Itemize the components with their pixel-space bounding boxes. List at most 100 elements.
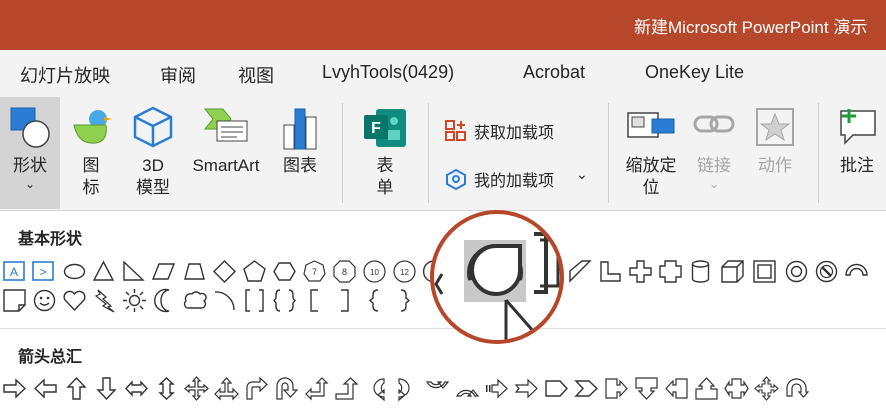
- cloud-icon[interactable]: [182, 288, 207, 313]
- oval-icon[interactable]: [62, 259, 87, 284]
- sun-icon[interactable]: [122, 288, 147, 313]
- comment-button[interactable]: 批注: [828, 97, 886, 209]
- 3d-models-button[interactable]: 3D 模型: [122, 97, 184, 209]
- trapezoid-icon[interactable]: [182, 259, 207, 284]
- heptagon-icon[interactable]: 7: [302, 259, 327, 284]
- decagon-icon[interactable]: 10: [362, 259, 387, 284]
- arrows-row: [2, 376, 882, 404]
- my-addins-button[interactable]: 我的加载项 ⌄: [444, 166, 594, 191]
- arc-icon[interactable]: [212, 288, 237, 313]
- chart-button[interactable]: 图表: [270, 97, 330, 209]
- comment-label: 批注: [840, 156, 874, 175]
- can-icon[interactable]: [688, 259, 713, 284]
- left-up-arrow-icon[interactable]: [304, 376, 329, 401]
- plus-icon[interactable]: [628, 259, 653, 284]
- left-right-arrow-icon[interactable]: [124, 376, 149, 401]
- double-brace-icon[interactable]: [272, 288, 297, 313]
- right-bracket-icon[interactable]: [332, 288, 357, 313]
- curved-right-arrow-icon[interactable]: [364, 376, 389, 402]
- right-arrow-callout-icon[interactable]: [604, 376, 629, 401]
- l-shape-icon[interactable]: [598, 259, 623, 284]
- bent-up-arrow-icon[interactable]: [334, 376, 359, 401]
- chevron-arrow-icon[interactable]: [574, 376, 599, 401]
- tab-lvyhtools[interactable]: LvyhTools(0429): [322, 62, 454, 83]
- tab-review[interactable]: 审阅: [160, 62, 196, 88]
- up-arrow-callout-icon[interactable]: [694, 376, 719, 401]
- bent-arrow-icon[interactable]: [244, 376, 269, 401]
- octagon-number-10: 10: [370, 268, 379, 277]
- right-brace-icon[interactable]: [392, 288, 417, 313]
- pentagon-icon[interactable]: [242, 259, 267, 284]
- folded-corner-icon[interactable]: [2, 288, 27, 313]
- double-bracket-icon[interactable]: [242, 288, 267, 313]
- tab-slideshow[interactable]: 幻灯片放映: [20, 62, 110, 88]
- left-brace-icon[interactable]: [362, 288, 387, 313]
- vertical-textbox-icon[interactable]: >: [31, 259, 56, 284]
- tab-view[interactable]: 视图: [238, 62, 274, 88]
- textbox-icon[interactable]: A: [2, 259, 27, 284]
- block-arc-icon[interactable]: [844, 259, 869, 284]
- smartart-icon: [203, 105, 249, 150]
- curved-up-arrow-icon[interactable]: [424, 376, 450, 401]
- gallery-divider: [0, 328, 886, 329]
- diagonal-stripe-icon[interactable]: [568, 259, 593, 284]
- pentagon-arrow-icon[interactable]: [544, 376, 569, 401]
- right-arrow-icon[interactable]: [2, 376, 27, 401]
- link-button[interactable]: 链接 ⌄: [688, 97, 740, 209]
- circular-arrow-icon[interactable]: [784, 376, 810, 401]
- up-arrow-icon[interactable]: [64, 376, 89, 401]
- donut-icon[interactable]: [784, 259, 809, 284]
- icons-label: 图 标: [82, 156, 100, 197]
- curved-left-arrow-icon[interactable]: [394, 376, 419, 402]
- down-arrow-icon[interactable]: [94, 376, 119, 401]
- hexagon-icon[interactable]: [272, 259, 297, 284]
- octagon-icon[interactable]: 8: [332, 259, 357, 284]
- curved-down-arrow-icon[interactable]: [454, 376, 480, 401]
- plaque-icon[interactable]: [658, 259, 683, 284]
- grid-plus-icon: [444, 119, 468, 148]
- quad-arrow-callout-icon[interactable]: [754, 376, 779, 401]
- dodecagon-icon[interactable]: 12: [392, 259, 417, 284]
- chevron-down-icon[interactable]: ⌄: [576, 166, 588, 183]
- bevel-icon[interactable]: [752, 259, 777, 284]
- get-addins-button[interactable]: 获取加载项: [444, 119, 594, 143]
- cube-shape-icon[interactable]: [720, 259, 745, 284]
- my-addins-label: 我的加载项: [474, 173, 555, 190]
- icons-button[interactable]: 图 标: [64, 97, 118, 209]
- zoom-button[interactable]: 缩放定 位: [618, 97, 684, 209]
- parallelogram-icon[interactable]: [151, 259, 176, 284]
- up-down-arrow-icon[interactable]: [154, 376, 179, 401]
- tab-onekey-lite[interactable]: OneKey Lite: [645, 62, 744, 83]
- basic-shapes-row-2: [2, 288, 442, 316]
- arrows-header: 箭头总汇: [18, 349, 83, 366]
- triangle-icon[interactable]: [91, 259, 116, 284]
- left-right-arrow-callout-icon[interactable]: [724, 376, 749, 401]
- left-arrow-icon[interactable]: [33, 376, 58, 401]
- action-button[interactable]: 动作: [744, 97, 806, 209]
- shapes-button[interactable]: 形状 ⌄: [0, 97, 60, 209]
- left-right-up-arrow-icon[interactable]: [214, 376, 239, 401]
- left-bracket-icon[interactable]: [302, 288, 327, 313]
- smiley-face-icon[interactable]: [32, 288, 57, 313]
- diamond-icon[interactable]: [212, 259, 237, 284]
- notched-right-arrow-icon[interactable]: [514, 376, 539, 401]
- lightning-bolt-icon[interactable]: [92, 288, 117, 313]
- moon-icon[interactable]: [152, 288, 177, 313]
- window-title: 新建Microsoft PowerPoint 演示: [634, 18, 868, 37]
- smartart-button[interactable]: SmartArt: [186, 97, 266, 209]
- striped-right-arrow-icon[interactable]: [484, 376, 509, 401]
- cube-icon: [131, 105, 175, 154]
- no-symbol-icon[interactable]: [814, 259, 839, 284]
- quad-arrow-icon[interactable]: [184, 376, 209, 401]
- chevron-down-icon: ⌄: [24, 177, 36, 191]
- u-turn-arrow-icon[interactable]: [274, 376, 299, 401]
- forms-button[interactable]: F 表 单: [356, 97, 414, 209]
- down-arrow-callout-icon[interactable]: [634, 376, 659, 401]
- heart-icon[interactable]: [62, 288, 87, 313]
- tab-acrobat[interactable]: Acrobat: [523, 62, 585, 83]
- star-icon: [753, 105, 797, 154]
- smartart-label: SmartArt: [192, 156, 260, 175]
- shapes-icon: [8, 105, 52, 156]
- right-triangle-icon[interactable]: [121, 259, 146, 284]
- left-arrow-callout-icon[interactable]: [664, 376, 689, 401]
